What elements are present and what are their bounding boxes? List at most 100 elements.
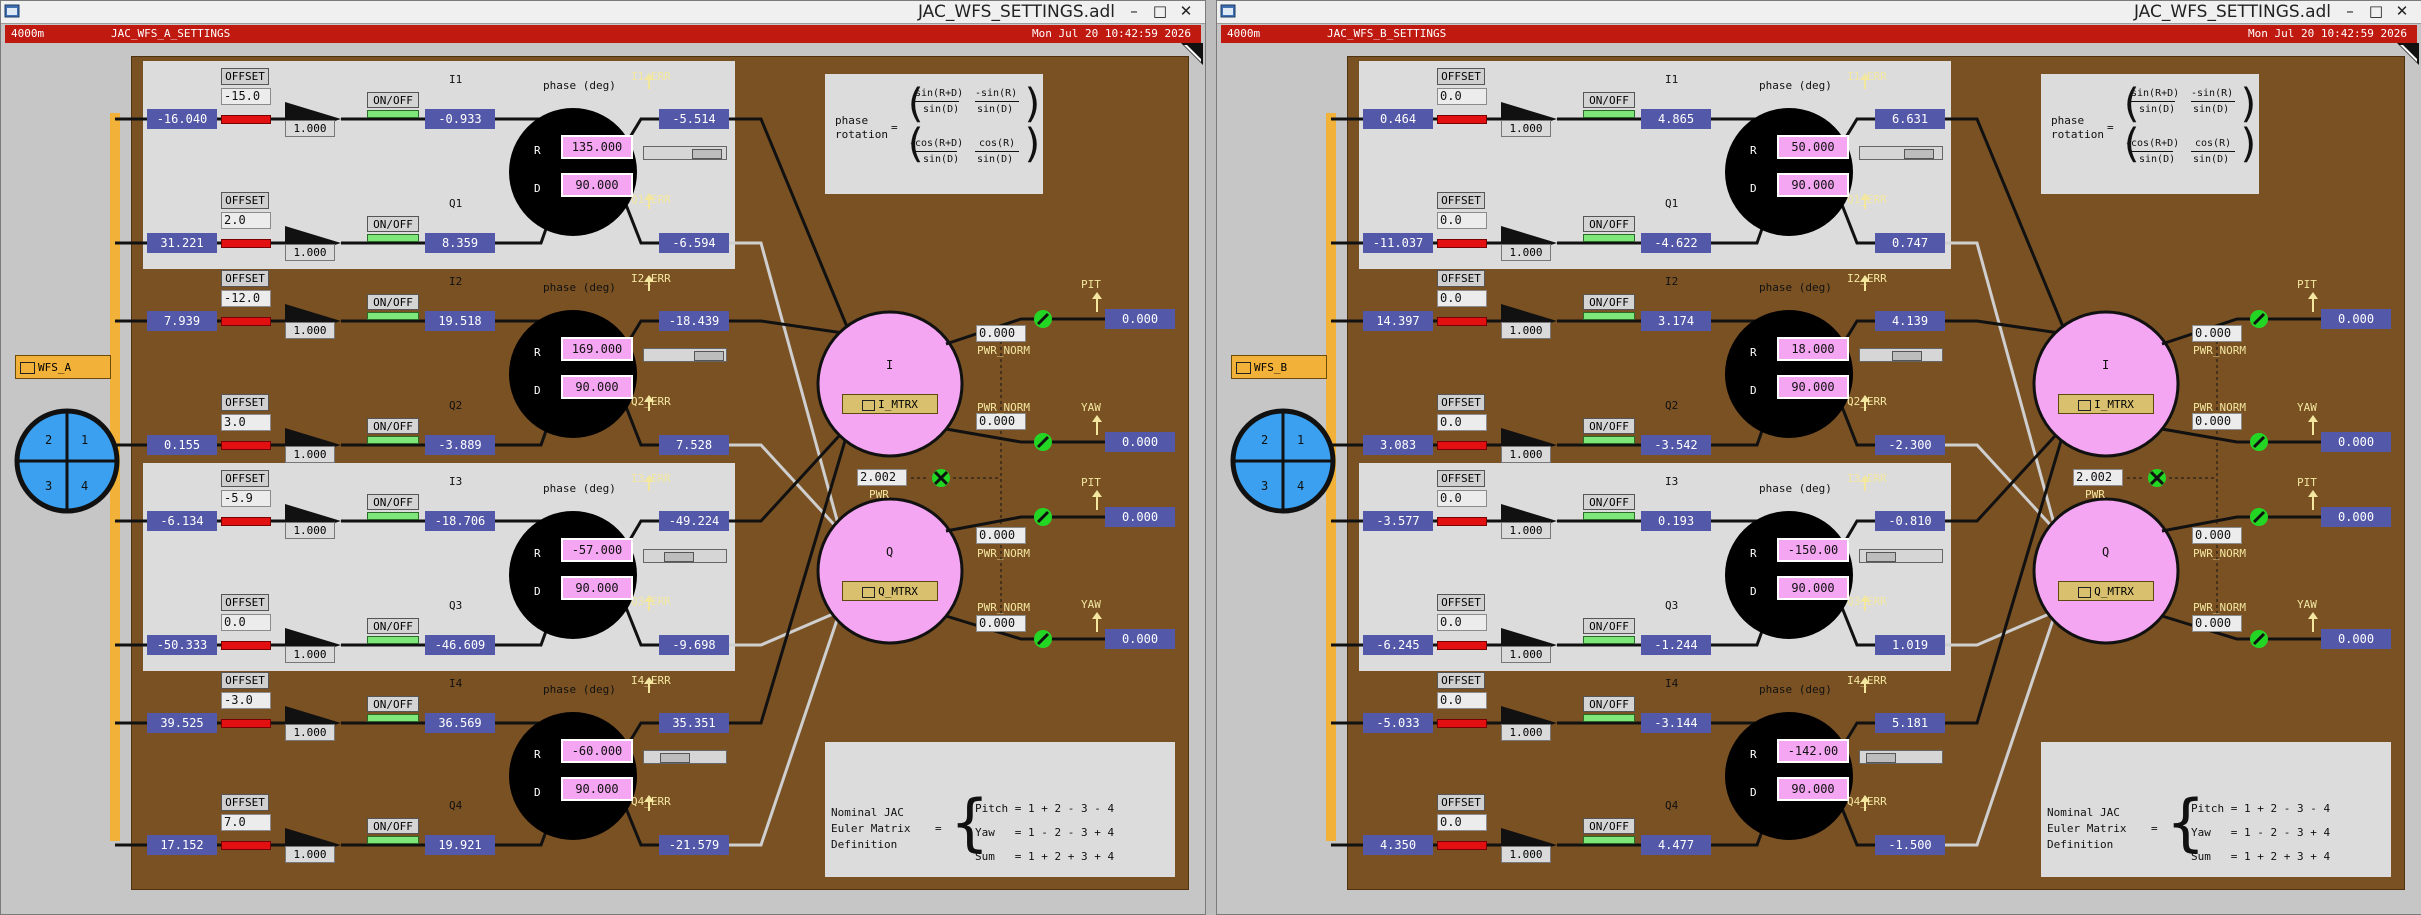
onoff-button[interactable]: ON/OFF	[367, 494, 419, 510]
offset-field[interactable]: 0.0	[221, 614, 271, 631]
offset-field[interactable]: -12.0	[221, 290, 271, 307]
phase-r-setpoint[interactable]: 18.000	[1777, 337, 1849, 361]
gain-field[interactable]: 1.000	[285, 446, 335, 463]
offset-button[interactable]: OFFSET	[1437, 192, 1485, 209]
offset-field[interactable]: 0.0	[1437, 414, 1487, 431]
phase-d-setpoint[interactable]: 90.000	[1777, 777, 1849, 801]
phase-slider[interactable]	[1859, 146, 1943, 160]
onoff-button[interactable]: ON/OFF	[367, 818, 419, 834]
offset-button[interactable]: OFFSET	[1437, 594, 1485, 611]
phase-d-setpoint[interactable]: 90.000	[1777, 375, 1849, 399]
slider-knob[interactable]	[694, 351, 724, 361]
gain-field[interactable]: 1.000	[285, 646, 335, 663]
offset-button[interactable]: OFFSET	[221, 470, 269, 487]
offset-field[interactable]: 0.0	[1437, 88, 1487, 105]
phase-slider[interactable]	[643, 750, 727, 764]
phase-r-setpoint[interactable]: 50.000	[1777, 135, 1849, 159]
offset-field[interactable]: 3.0	[221, 414, 271, 431]
offset-button[interactable]: OFFSET	[221, 672, 269, 689]
offset-field[interactable]: 0.0	[1437, 692, 1487, 709]
onoff-button[interactable]: ON/OFF	[367, 294, 419, 310]
offset-button[interactable]: OFFSET	[1437, 470, 1485, 487]
onoff-button[interactable]: ON/OFF	[1583, 618, 1635, 634]
offset-button[interactable]: OFFSET	[1437, 794, 1485, 811]
onoff-button[interactable]: ON/OFF	[1583, 294, 1635, 310]
gain-field[interactable]: 1.000	[1501, 244, 1551, 261]
offset-button[interactable]: OFFSET	[221, 270, 269, 287]
onoff-button[interactable]: ON/OFF	[367, 418, 419, 434]
gain-field[interactable]: 1.000	[1501, 522, 1551, 539]
onoff-button[interactable]: ON/OFF	[367, 216, 419, 232]
phase-d-setpoint[interactable]: 90.000	[561, 173, 633, 197]
onoff-button[interactable]: ON/OFF	[367, 696, 419, 712]
offset-field[interactable]: 0.0	[1437, 490, 1487, 507]
onoff-button[interactable]: ON/OFF	[1583, 92, 1635, 108]
offset-button[interactable]: OFFSET	[221, 68, 269, 85]
gain-field[interactable]: 1.000	[1501, 120, 1551, 137]
phase-r-setpoint[interactable]: 135.000	[561, 135, 633, 159]
slider-knob[interactable]	[1904, 149, 1934, 159]
phase-d-setpoint[interactable]: 90.000	[561, 576, 633, 600]
phase-r-setpoint[interactable]: 169.000	[561, 337, 633, 361]
q-matrix-button[interactable]: Q_MTRX	[2058, 581, 2154, 601]
phase-slider[interactable]	[643, 146, 727, 160]
onoff-button[interactable]: ON/OFF	[1583, 418, 1635, 434]
phase-d-setpoint[interactable]: 90.000	[1777, 173, 1849, 197]
offset-button[interactable]: OFFSET	[221, 192, 269, 209]
phase-d-setpoint[interactable]: 90.000	[1777, 576, 1849, 600]
offset-button[interactable]: OFFSET	[1437, 270, 1485, 287]
onoff-button[interactable]: ON/OFF	[1583, 818, 1635, 834]
gain-field[interactable]: 1.000	[285, 322, 335, 339]
i-matrix-button[interactable]: I_MTRX	[2058, 394, 2154, 414]
slider-knob[interactable]	[664, 552, 694, 562]
phase-slider[interactable]	[1859, 549, 1943, 563]
slider-knob[interactable]	[692, 149, 722, 159]
offset-button[interactable]: OFFSET	[221, 794, 269, 811]
offset-field[interactable]: -15.0	[221, 88, 271, 105]
gain-field[interactable]: 1.000	[1501, 322, 1551, 339]
gain-field[interactable]: 1.000	[285, 846, 335, 863]
offset-button[interactable]: OFFSET	[1437, 68, 1485, 85]
offset-field[interactable]: 0.0	[1437, 212, 1487, 229]
gain-field[interactable]: 1.000	[1501, 646, 1551, 663]
offset-field[interactable]: -5.9	[221, 490, 271, 507]
slider-knob[interactable]	[1866, 552, 1896, 562]
phase-d-setpoint[interactable]: 90.000	[561, 777, 633, 801]
offset-field[interactable]: 7.0	[221, 814, 271, 831]
slider-knob[interactable]	[1892, 351, 1922, 361]
onoff-button[interactable]: ON/OFF	[1583, 696, 1635, 712]
offset-button[interactable]: OFFSET	[221, 594, 269, 611]
gain-field[interactable]: 1.000	[1501, 446, 1551, 463]
gain-field[interactable]: 1.000	[1501, 846, 1551, 863]
offset-field[interactable]: 0.0	[1437, 290, 1487, 307]
gain-field[interactable]: 1.000	[1501, 724, 1551, 741]
phase-r-setpoint[interactable]: -142.00	[1777, 739, 1849, 763]
slider-knob[interactable]	[660, 753, 690, 763]
onoff-button[interactable]: ON/OFF	[1583, 216, 1635, 232]
gain-field[interactable]: 1.000	[285, 120, 335, 137]
phase-slider[interactable]	[1859, 750, 1943, 764]
offset-field[interactable]: 0.0	[1437, 814, 1487, 831]
phase-slider[interactable]	[1859, 348, 1943, 362]
gain-field[interactable]: 1.000	[285, 724, 335, 741]
onoff-button[interactable]: ON/OFF	[367, 92, 419, 108]
offset-button[interactable]: OFFSET	[1437, 672, 1485, 689]
offset-field[interactable]: 2.0	[221, 212, 271, 229]
offset-button[interactable]: OFFSET	[1437, 394, 1485, 411]
gain-field[interactable]: 1.000	[285, 244, 335, 261]
phase-d-setpoint[interactable]: 90.000	[561, 375, 633, 399]
phase-r-setpoint[interactable]: -57.000	[561, 538, 633, 562]
i-matrix-button[interactable]: I_MTRX	[842, 394, 938, 414]
phase-slider[interactable]	[643, 549, 727, 563]
offset-field[interactable]: -3.0	[221, 692, 271, 709]
onoff-button[interactable]: ON/OFF	[367, 618, 419, 634]
gain-field[interactable]: 1.000	[285, 522, 335, 539]
phase-r-setpoint[interactable]: -150.00	[1777, 538, 1849, 562]
phase-slider[interactable]	[643, 348, 727, 362]
offset-button[interactable]: OFFSET	[221, 394, 269, 411]
slider-knob[interactable]	[1866, 753, 1896, 763]
offset-field[interactable]: 0.0	[1437, 614, 1487, 631]
phase-r-setpoint[interactable]: -60.000	[561, 739, 633, 763]
onoff-button[interactable]: ON/OFF	[1583, 494, 1635, 510]
q-matrix-button[interactable]: Q_MTRX	[842, 581, 938, 601]
